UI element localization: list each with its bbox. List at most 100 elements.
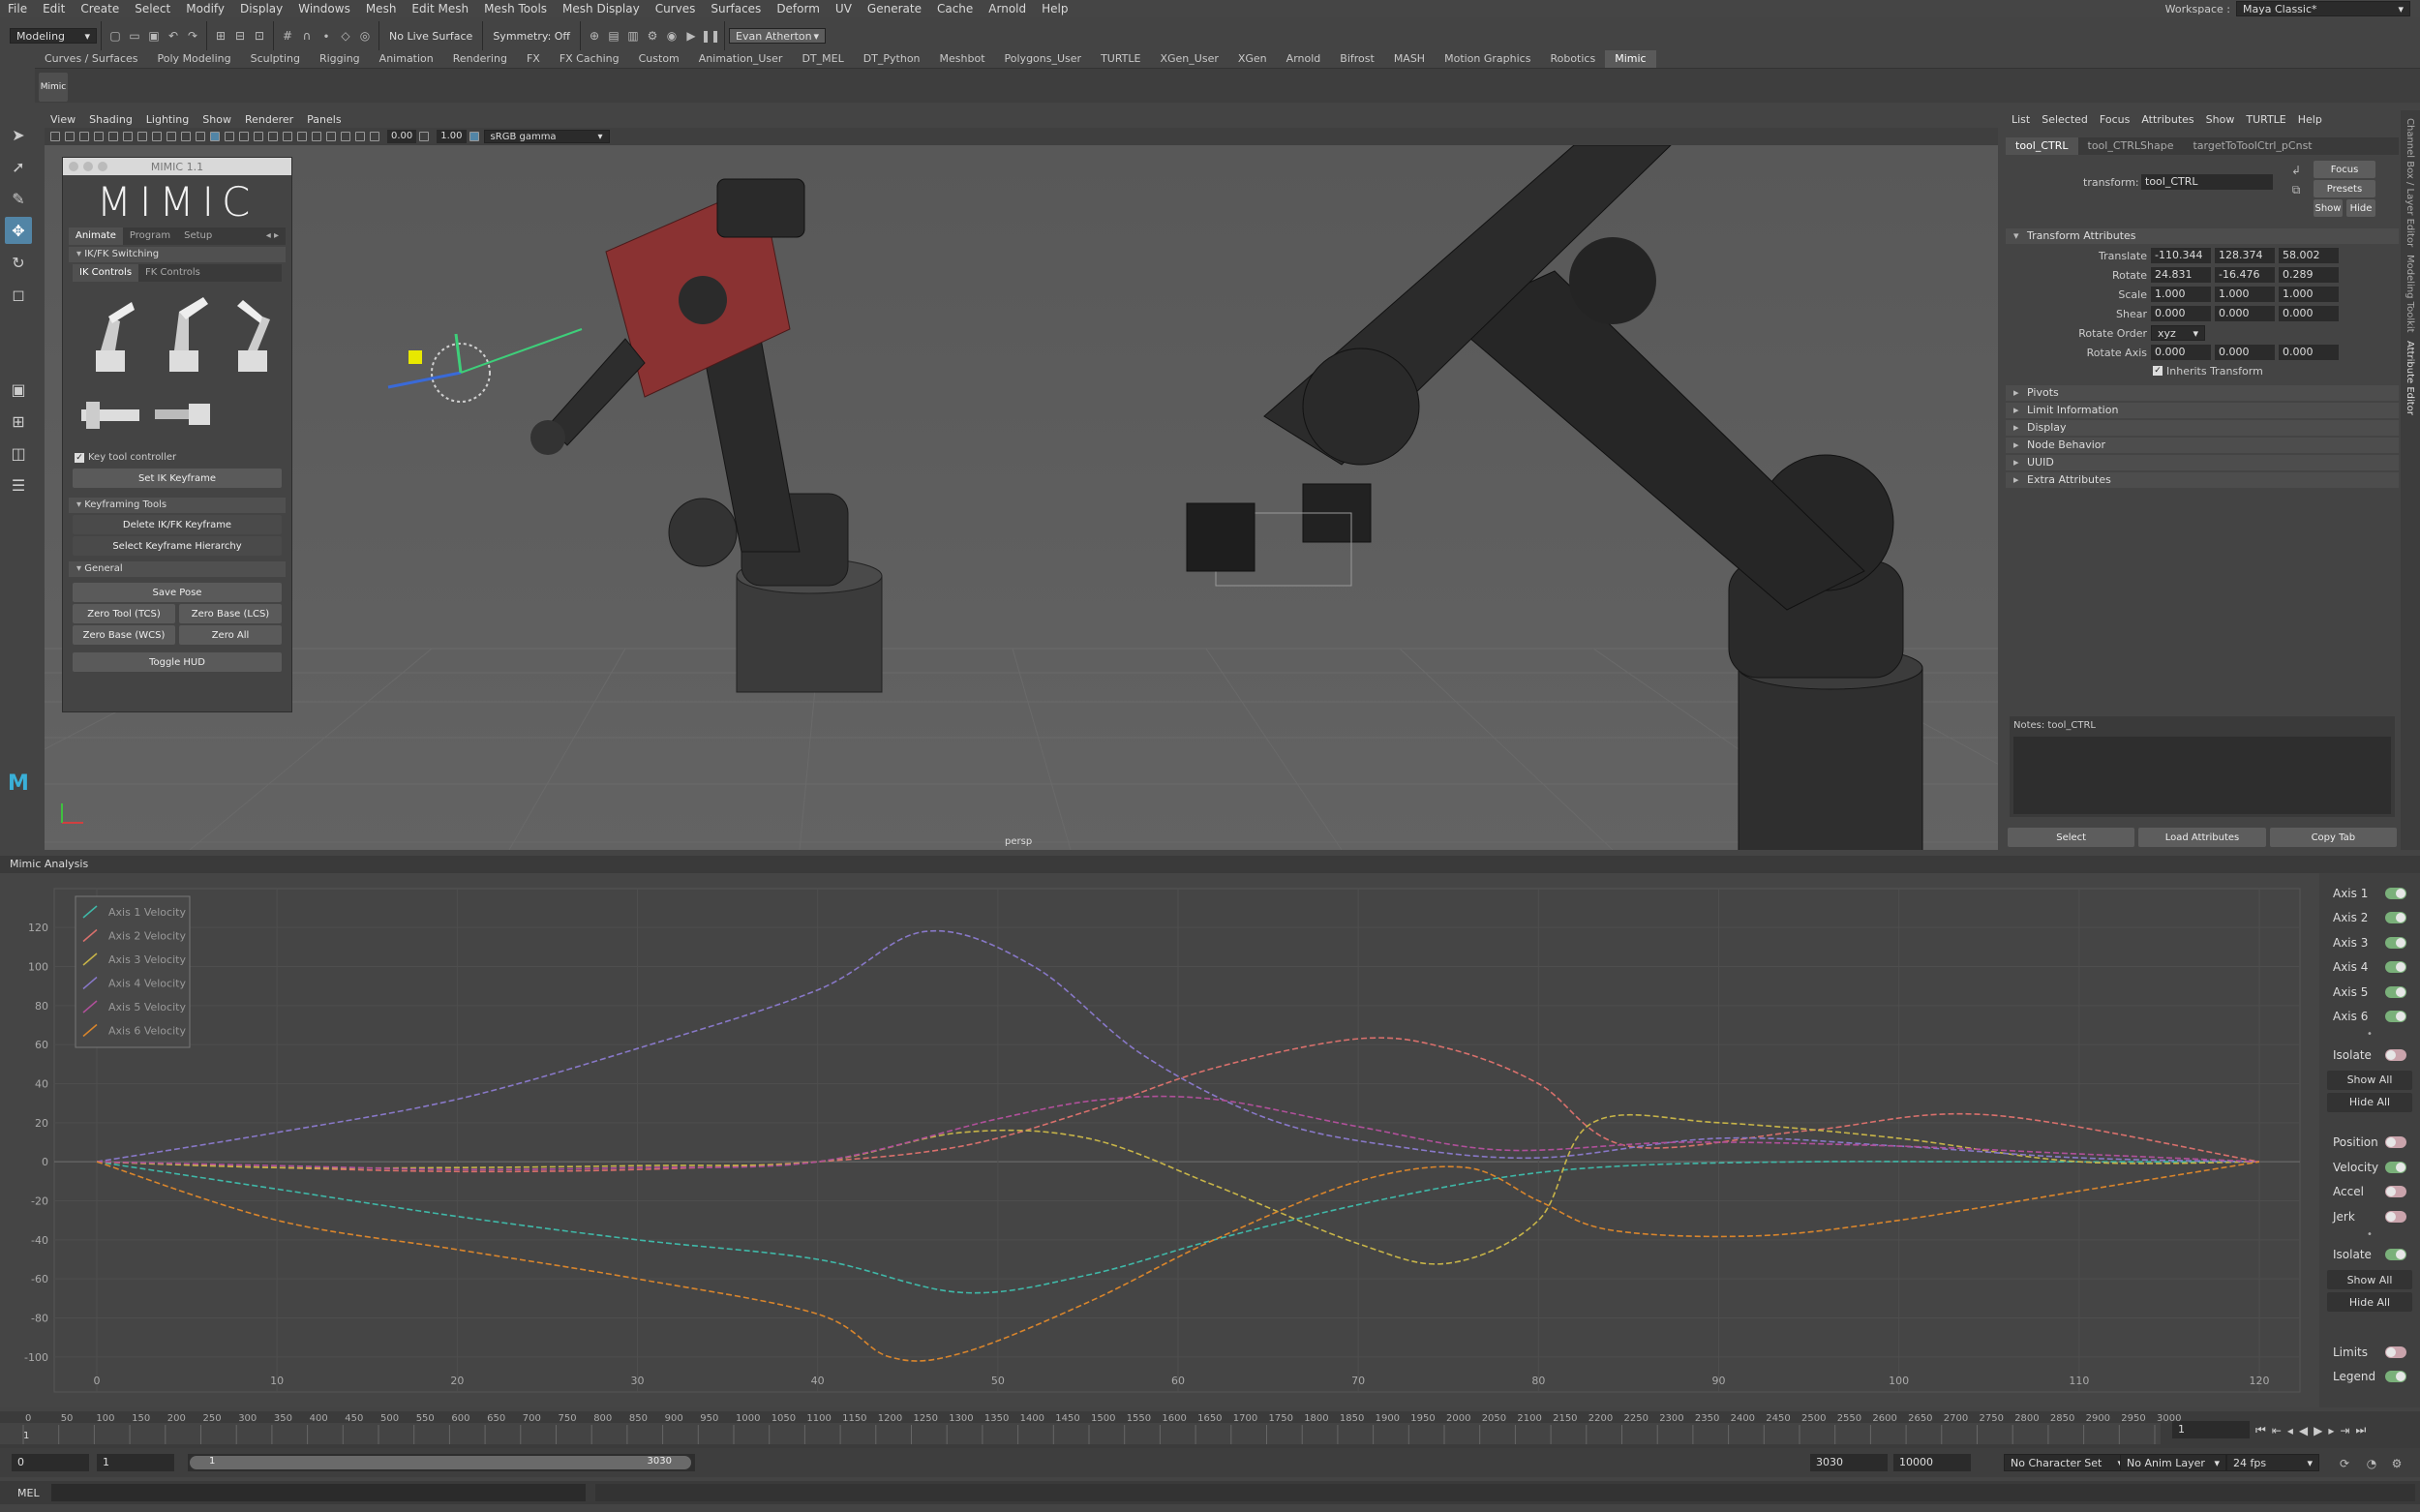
construction-history-icon[interactable]: ⊕ (587, 28, 602, 44)
menu-create[interactable]: Create (80, 2, 119, 15)
animation-preferences-icon[interactable]: ⚙ (2389, 1456, 2405, 1471)
ikfk-section-header[interactable]: IK/FK Switching (69, 247, 286, 262)
isolate-select-icon[interactable] (283, 132, 292, 141)
viewport-menu-shading[interactable]: Shading (89, 113, 133, 126)
shelf-tab-animation[interactable]: Animation (370, 50, 443, 68)
shelf-tab-dt-mel[interactable]: DT_MEL (792, 50, 853, 68)
snap-view-icon[interactable]: ◇ (338, 28, 353, 44)
load-attributes-button[interactable]: Load Attributes (2138, 828, 2265, 847)
menu-windows[interactable]: Windows (298, 2, 350, 15)
axis-hide-all-button[interactable]: Hide All (2327, 1093, 2412, 1112)
new-scene-icon[interactable]: ▢ (107, 28, 123, 44)
attr-menu-selected[interactable]: Selected (2042, 113, 2088, 126)
workspace-dropdown[interactable]: Maya Classic*▾ (2236, 1, 2410, 16)
shelf-tab-rendering[interactable]: Rendering (443, 50, 517, 68)
frame-node-behavior[interactable]: Node Behavior (2006, 438, 2399, 453)
translate-y-field[interactable]: 128.374 (2215, 248, 2275, 263)
close-icon[interactable] (69, 162, 78, 171)
scale-tool-icon[interactable]: ◻ (5, 281, 32, 308)
ambient-occlusion-icon[interactable] (326, 132, 336, 141)
axis-show-all-button[interactable]: Show All (2327, 1071, 2412, 1090)
tab-tool-ctrl[interactable]: tool_CTRL (2006, 137, 2078, 155)
copy-tab-button[interactable]: Copy Tab (2270, 828, 2397, 847)
menu-uv[interactable]: UV (835, 2, 852, 15)
bookmarks-icon[interactable] (79, 132, 89, 141)
shelf-tab-polygons-user[interactable]: Polygons_User (995, 50, 1092, 68)
safe-action-icon[interactable] (181, 132, 191, 141)
menu-curves[interactable]: Curves (655, 2, 696, 15)
rotate-order-dropdown[interactable]: xyz▾ (2151, 325, 2205, 341)
inherits-transform-row[interactable]: ✓ Inherits Transform (2006, 362, 2399, 379)
select-button[interactable]: Select (2008, 828, 2134, 847)
channel-box-tab[interactable]: Channel Box / Layer Editor (2405, 118, 2415, 247)
attr-menu-show[interactable]: Show (2206, 113, 2235, 126)
ipr-render-icon[interactable]: ▥ (625, 28, 641, 44)
shelf-tab-sculpting[interactable]: Sculpting (241, 50, 310, 68)
step-forward-frame-icon[interactable]: ▸ (2328, 1424, 2334, 1437)
range-bar-handle[interactable]: 1 3030 (190, 1456, 691, 1469)
xray-joints-icon[interactable] (312, 132, 321, 141)
axis-4-toggle[interactable] (2385, 961, 2406, 973)
robot-pose-thumbnail[interactable] (76, 289, 144, 377)
range-start-field[interactable]: 0 (12, 1454, 89, 1471)
robot-pose-thumbnail[interactable] (224, 289, 282, 377)
menu-display[interactable]: Display (240, 2, 283, 15)
snap-curve-icon[interactable]: ∩ (299, 28, 315, 44)
rotate-z-field[interactable]: 0.289 (2279, 267, 2339, 283)
toggle-hud-button[interactable]: Toggle HUD (73, 652, 282, 672)
keyframing-section-header[interactable]: Keyframing Tools (69, 498, 286, 513)
rotate-axis-y-field[interactable]: 0.000 (2215, 345, 2275, 360)
snap-grid-icon[interactable]: # (280, 28, 295, 44)
tab-fk-controls[interactable]: FK Controls (138, 264, 207, 282)
attr-menu-focus[interactable]: Focus (2100, 113, 2130, 126)
color-management-icon[interactable] (469, 132, 479, 141)
robot-pose-thumbnail[interactable] (150, 382, 218, 440)
select-object-icon[interactable]: ⊟ (232, 28, 248, 44)
menu-deform[interactable]: Deform (776, 2, 820, 15)
camera-attributes-icon[interactable] (65, 132, 75, 141)
hypershade-icon[interactable]: ◉ (664, 28, 680, 44)
save-scene-icon[interactable]: ▣ (146, 28, 162, 44)
left-robot[interactable] (530, 179, 882, 692)
frame-display[interactable]: Display (2006, 420, 2399, 436)
shelf-tab-mimic[interactable]: Mimic (1605, 50, 1655, 68)
shelf-tab-meshbot[interactable]: Meshbot (930, 50, 995, 68)
type-hide-all-button[interactable]: Hide All (2327, 1292, 2412, 1312)
shelf-tab-fx-caching[interactable]: FX Caching (550, 50, 629, 68)
playback-start-field[interactable]: 1 (97, 1454, 174, 1471)
step-back-frame-icon[interactable]: ◂ (2287, 1424, 2293, 1437)
menu-mesh[interactable]: Mesh (366, 2, 397, 15)
limits-toggle[interactable] (2385, 1346, 2406, 1358)
show-button[interactable]: Show (2314, 199, 2343, 217)
mimic-shelf-button[interactable]: Mimic (39, 73, 68, 102)
checkbox-icon[interactable]: ✓ (2153, 366, 2163, 376)
copy-icon[interactable]: ⧉ (2288, 182, 2304, 197)
tab-ik-controls[interactable]: IK Controls (73, 264, 138, 282)
notes-area[interactable]: Notes: tool_CTRL (2010, 716, 2395, 817)
viewport-menu-renderer[interactable]: Renderer (245, 113, 293, 126)
general-section-header[interactable]: General (69, 561, 286, 577)
menu-generate[interactable]: Generate (867, 2, 922, 15)
range-bar-track[interactable]: 1 3030 (188, 1454, 695, 1471)
zero-all-button[interactable]: Zero All (179, 625, 282, 645)
menu-arnold[interactable]: Arnold (988, 2, 1026, 15)
single-perspective-icon[interactable]: ▣ (5, 376, 32, 403)
shelf-tab-fx[interactable]: FX (517, 50, 550, 68)
menu-file[interactable]: File (8, 2, 27, 15)
shelf-tab-animation-user[interactable]: Animation_User (689, 50, 793, 68)
axis-2-toggle[interactable] (2385, 912, 2406, 923)
mel-label[interactable]: MEL (17, 1487, 40, 1499)
type-isolate-toggle[interactable] (2385, 1249, 2406, 1260)
axis-isolate-toggle[interactable] (2385, 1049, 2406, 1061)
loop-icon[interactable]: ⟳ (2337, 1456, 2352, 1471)
viewport-menu-show[interactable]: Show (202, 113, 231, 126)
textured-icon[interactable] (239, 132, 249, 141)
robot-pose-thumbnail[interactable] (76, 382, 144, 440)
arnold-render-icon[interactable]: ▶ (683, 28, 699, 44)
gamma-icon[interactable] (419, 132, 429, 141)
attr-menu-turtle[interactable]: TURTLE (2246, 113, 2285, 126)
go-to-end-icon[interactable]: ⏭ (2355, 1423, 2366, 1437)
translate-z-field[interactable]: 58.002 (2279, 248, 2339, 263)
delete-ikfk-keyframe-button[interactable]: Delete IK/FK Keyframe (73, 515, 282, 534)
attr-menu-help[interactable]: Help (2298, 113, 2322, 126)
